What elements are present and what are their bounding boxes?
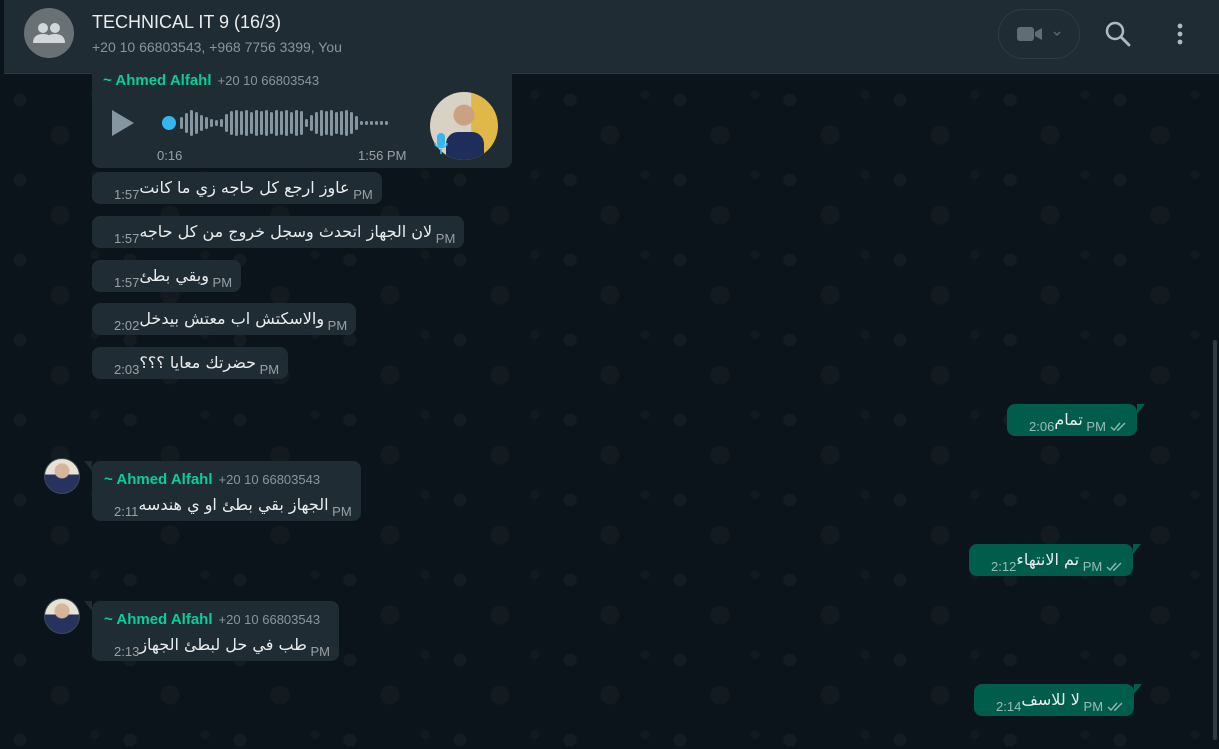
sender-phone: +20 10 66803543	[218, 472, 321, 487]
video-call-icon	[1017, 27, 1042, 41]
sender-line: ~ Ahmed Alfahl +20 10 66803543	[104, 611, 330, 629]
message-text: تم الانتهاء	[1016, 550, 1080, 569]
message-text: والاسكتش اب معتش بيدخل	[139, 309, 325, 328]
message-bubble[interactable]: حضرتك معايا ؟؟؟2:03 PM	[92, 347, 289, 379]
sender-phone: +20 10 66803543	[218, 612, 321, 627]
menu-button[interactable]	[1168, 20, 1192, 48]
double-check-icon	[1110, 419, 1128, 437]
message-bubble[interactable]: لان الجهاز اتحدث وسجل خروج من كل حاجه1:5…	[92, 216, 465, 248]
chevron-down-icon	[1053, 31, 1061, 36]
search-icon	[1105, 21, 1131, 47]
bubble-tail	[1133, 544, 1142, 554]
group-avatar[interactable]	[24, 8, 74, 58]
double-check-icon	[1107, 699, 1125, 717]
scrollbar[interactable]	[1213, 340, 1217, 740]
bubble-tail	[1136, 404, 1145, 414]
message-text: حضرتك معايا ؟؟؟	[139, 353, 256, 372]
group-icon	[33, 23, 65, 43]
message-text: الجهاز بقي بطئ او ي هندسه	[138, 495, 329, 514]
play-button[interactable]	[110, 108, 136, 143]
message-text: لان الجهاز اتحدث وسجل خروج من كل حاجه	[139, 222, 433, 241]
bubble-tail	[84, 601, 92, 611]
sender-avatar[interactable]	[44, 458, 80, 494]
sender-name[interactable]: ~ Ahmed Alfahl	[103, 72, 212, 89]
participants-list: +20 10 66803543, +968 7756 3399, You	[92, 39, 342, 55]
chat-header[interactable]: TECHNICAL IT 9 (16/3) +20 10 66803543, +…	[4, 0, 1219, 74]
message-text: تمام	[1054, 410, 1083, 429]
play-icon	[112, 110, 134, 136]
sender-line: ~ Ahmed Alfahl +20 10 66803543	[104, 471, 352, 489]
sender-name[interactable]: ~ Ahmed Alfahl	[104, 611, 213, 628]
message-bubble[interactable]: ~ Ahmed Alfahl +20 10 66803543 طب في حل ل…	[84, 601, 340, 661]
chat-title[interactable]: TECHNICAL IT 9 (16/3)	[92, 12, 281, 33]
sender-name[interactable]: ~ Ahmed Alfahl	[104, 471, 213, 488]
double-check-icon	[1106, 559, 1124, 577]
message-text: عاوز ارجع كل حاجه زي ما كانت	[139, 178, 350, 197]
voice-waveform[interactable]	[160, 108, 400, 138]
bubble-tail	[1134, 684, 1143, 694]
sender-phone: +20 10 66803543	[217, 73, 320, 88]
message-text: وبقي بطئ	[139, 266, 209, 285]
video-call-button[interactable]	[998, 9, 1080, 59]
message-bubble[interactable]: والاسكتش اب معتش بيدخل2:02 PM	[92, 303, 357, 335]
message-bubble[interactable]: ~ Ahmed Alfahl +20 10 66803543 الجهاز بقي…	[84, 461, 361, 521]
voice-duration: 0:16	[157, 148, 183, 163]
message-bubble-outgoing[interactable]: تمام2:06 PM	[1007, 404, 1145, 437]
message-text: لا للاسف	[1021, 690, 1080, 709]
message-bubble-outgoing[interactable]: تم الانتهاء2:12 PM	[969, 544, 1142, 577]
voice-sender-line: ~ Ahmed Alfahl +20 10 66803543	[103, 72, 319, 90]
menu-icon	[1177, 23, 1183, 45]
message-text: طب في حل لبطئ الجهاز	[139, 635, 307, 654]
message-bubble[interactable]: عاوز ارجع كل حاجه زي ما كانت1:57 PM	[92, 172, 382, 204]
sender-avatar[interactable]	[44, 598, 80, 634]
message-bubble[interactable]: وبقي بطئ1:57 PM	[92, 260, 242, 292]
message-bubble-outgoing[interactable]: لا للاسف2:14 PM	[974, 684, 1143, 717]
mic-icon	[434, 133, 448, 154]
search-button[interactable]	[1104, 20, 1132, 48]
voice-message[interactable]: ~ Ahmed Alfahl +20 10 66803543 0:16 1:56…	[92, 68, 512, 168]
voice-timestamp: 1:56 PM	[358, 148, 407, 163]
bubble-tail	[84, 461, 92, 471]
